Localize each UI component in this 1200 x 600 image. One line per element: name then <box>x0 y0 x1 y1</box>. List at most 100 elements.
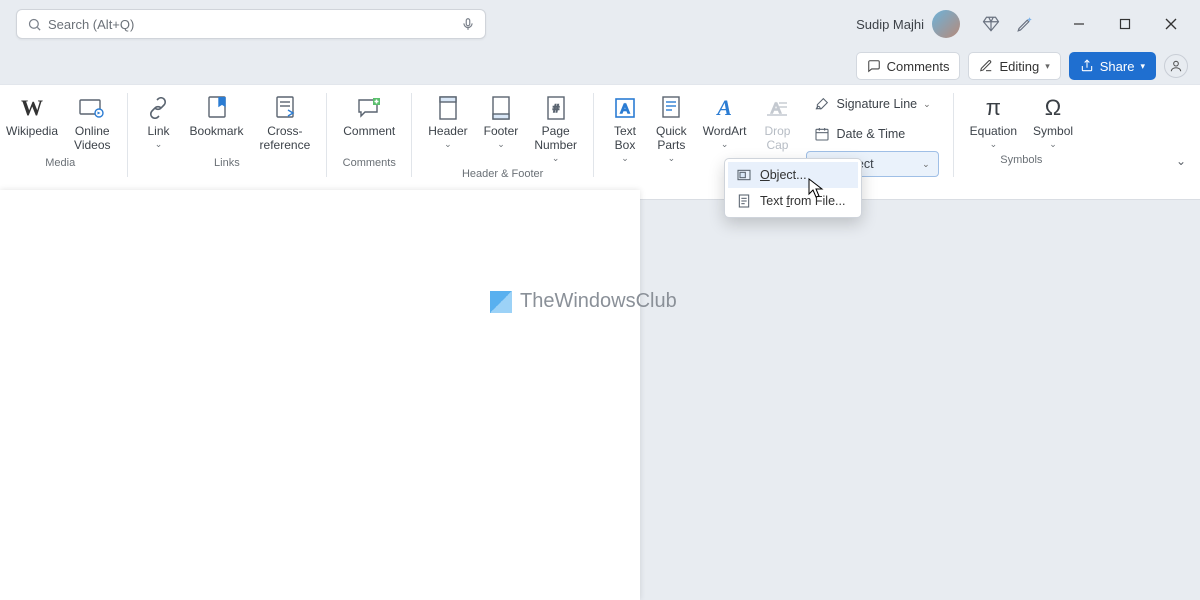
text-from-file-menu-item[interactable]: Text from File... <box>728 188 858 214</box>
wordart-button[interactable]: A WordArt ⌄ <box>695 89 755 150</box>
chevron-down-icon: ⌄ <box>444 139 452 150</box>
comment-icon <box>354 93 384 123</box>
bookmark-button[interactable]: Bookmark <box>182 89 252 153</box>
object-menu-item[interactable]: Object... <box>728 162 858 188</box>
link-label: Link <box>148 125 170 139</box>
avatar[interactable] <box>932 10 960 38</box>
quick-parts-label: Quick Parts <box>656 125 687 153</box>
text-box-label: Text Box <box>614 125 636 153</box>
equation-label: Equation <box>970 125 1017 139</box>
share-button[interactable]: Share ▾ <box>1069 52 1156 80</box>
equation-button[interactable]: π Equation ⌄ <box>962 89 1025 150</box>
header-icon <box>433 93 463 123</box>
chevron-down-icon: ⌄ <box>668 153 676 164</box>
chevron-down-icon: ▾ <box>1140 61 1145 72</box>
mic-icon[interactable] <box>461 17 475 31</box>
symbol-label: Symbol <box>1033 125 1073 139</box>
comments-button[interactable]: Comments <box>856 52 961 80</box>
link-button[interactable]: Link ⌄ <box>136 89 182 150</box>
action-row: Comments Editing ▾ Share ▾ <box>0 48 1200 84</box>
chevron-down-icon: ⌄ <box>923 99 931 110</box>
group-symbols-label: Symbols <box>1000 150 1042 170</box>
chevron-down-icon: ⌄ <box>621 153 629 164</box>
svg-text:#: # <box>553 103 560 115</box>
profile-icon[interactable] <box>1164 54 1188 78</box>
chevron-down-icon: ⌄ <box>155 139 163 150</box>
signature-icon <box>814 96 830 112</box>
chevron-down-icon: ⌄ <box>552 153 560 164</box>
header-label: Header <box>428 125 467 139</box>
online-videos-label: Online Videos <box>74 125 110 153</box>
window-close[interactable] <box>1148 4 1194 44</box>
online-videos-button[interactable]: Online Videos <box>66 89 118 153</box>
symbol-icon: Ω <box>1038 93 1068 123</box>
object-menu-label: Object... <box>760 168 807 182</box>
search-box[interactable]: Search (Alt+Q) <box>16 9 486 39</box>
text-box-icon: A <box>610 93 640 123</box>
drop-cap-button: A Drop Cap ⌄ <box>754 89 800 164</box>
comments-label: Comments <box>887 59 950 74</box>
chevron-down-icon: ⌄ <box>1049 139 1057 150</box>
cross-ref-icon <box>270 93 300 123</box>
group-links-label: Links <box>214 153 240 173</box>
drop-cap-label: Drop Cap <box>764 125 790 153</box>
ribbon-collapse-icon[interactable]: ⌄ <box>1176 154 1186 168</box>
user-name[interactable]: Sudip Majhi <box>856 17 924 32</box>
wordart-icon: A <box>710 93 740 123</box>
cross-ref-label: Cross- reference <box>260 125 311 153</box>
chevron-down-icon: ⌄ <box>721 139 729 150</box>
watermark-logo <box>490 291 512 313</box>
equation-icon: π <box>978 93 1008 123</box>
signature-line-label: Signature Line <box>836 97 917 111</box>
window-minimize[interactable] <box>1056 4 1102 44</box>
chevron-down-icon: ▾ <box>1045 61 1050 72</box>
video-icon <box>77 93 107 123</box>
text-file-icon <box>736 193 752 209</box>
drop-cap-icon: A <box>762 93 792 123</box>
wikipedia-label: Wikipedia <box>6 125 58 139</box>
page-number-button[interactable]: # Page Number ⌄ <box>526 89 585 164</box>
date-time-label: Date & Time <box>836 127 905 141</box>
document-area <box>0 178 1200 600</box>
footer-label: Footer <box>484 125 519 139</box>
link-icon <box>144 93 174 123</box>
text-from-file-label: Text from File... <box>760 194 845 208</box>
window-maximize[interactable] <box>1102 4 1148 44</box>
date-time-button[interactable]: Date & Time <box>806 121 938 147</box>
editing-label: Editing <box>999 59 1039 74</box>
quick-parts-button[interactable]: Quick Parts ⌄ <box>648 89 695 164</box>
cross-reference-button[interactable]: Cross- reference <box>252 89 319 153</box>
svg-text:A: A <box>621 101 630 116</box>
pen-sparkle-icon[interactable] <box>1008 7 1042 41</box>
document-page[interactable] <box>0 190 640 600</box>
page-number-icon: # <box>541 93 571 123</box>
signature-line-button[interactable]: Signature Line ⌄ <box>806 91 938 117</box>
footer-button[interactable]: Footer ⌄ <box>476 89 527 150</box>
bookmark-label: Bookmark <box>190 125 244 139</box>
wordart-label: WordArt <box>703 125 747 139</box>
comment-label: Comment <box>343 125 395 139</box>
share-label: Share <box>1100 59 1135 74</box>
group-comments-label: Comments <box>343 153 396 173</box>
page-number-label: Page Number <box>534 125 577 153</box>
chevron-down-icon: ⌄ <box>990 139 998 150</box>
chevron-down-icon: ⌄ <box>497 139 505 150</box>
object-dropdown: Object... Text from File... <box>724 158 862 218</box>
chevron-down-icon: ⌄ <box>922 159 930 170</box>
text-box-button[interactable]: A Text Box ⌄ <box>602 89 648 164</box>
group-media-label: Media <box>45 153 75 173</box>
editing-mode-button[interactable]: Editing ▾ <box>968 52 1060 80</box>
quick-parts-icon <box>656 93 686 123</box>
diamond-icon[interactable] <box>974 7 1008 41</box>
watermark-text: TheWindowsClub <box>520 290 677 313</box>
titlebar: Search (Alt+Q) Sudip Majhi <box>0 0 1200 48</box>
wikipedia-button[interactable]: W Wikipedia <box>0 89 66 153</box>
search-icon <box>27 17 42 32</box>
watermark: TheWindowsClub <box>490 290 677 313</box>
wikipedia-icon: W <box>17 93 47 123</box>
symbol-button[interactable]: Ω Symbol ⌄ <box>1025 89 1081 150</box>
comment-button[interactable]: Comment <box>335 89 403 153</box>
calendar-icon <box>814 126 830 142</box>
object-icon <box>736 167 752 183</box>
header-button[interactable]: Header ⌄ <box>420 89 475 150</box>
